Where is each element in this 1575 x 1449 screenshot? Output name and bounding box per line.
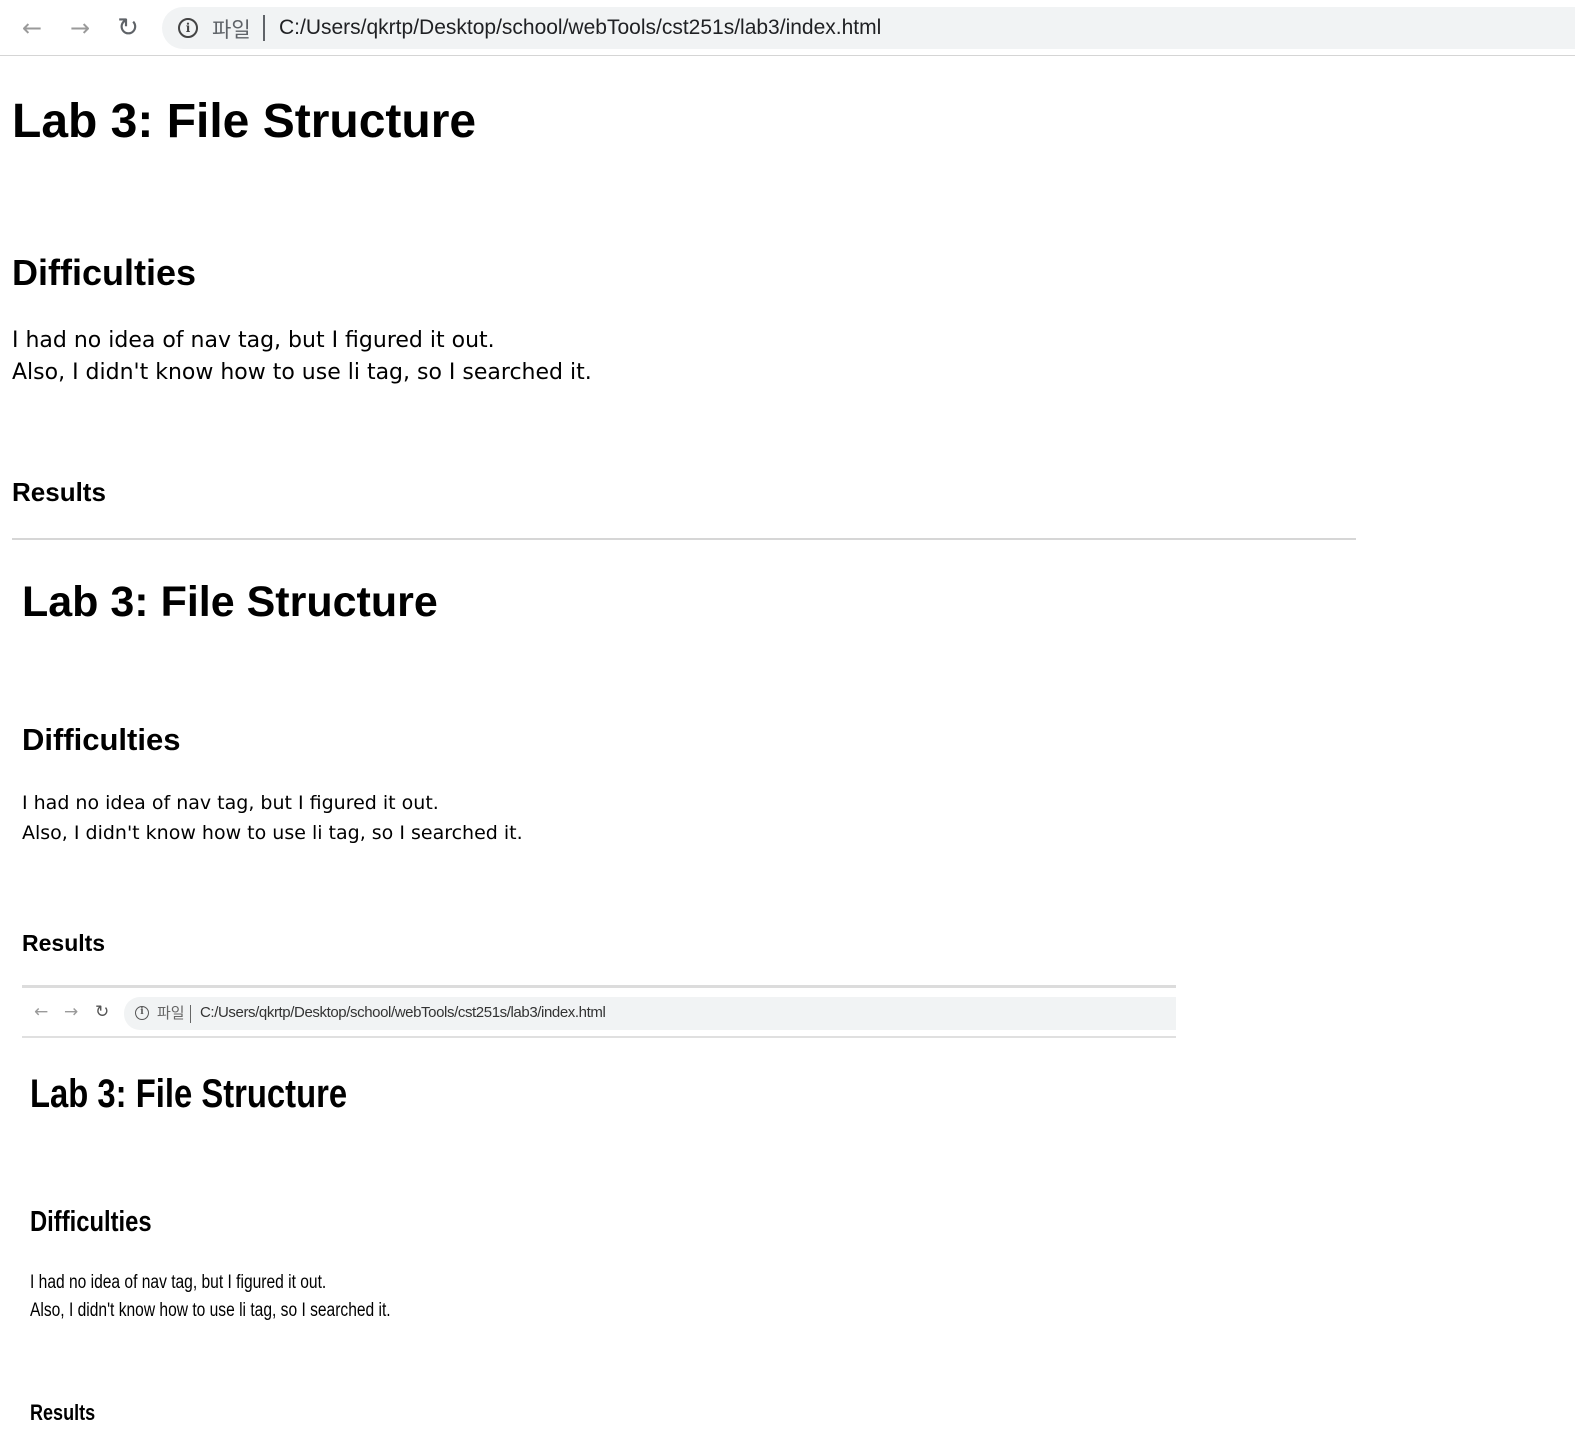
screenshot-url-text: C:/Users/qkrtp/Desktop/school/webTools/c…	[200, 1004, 606, 1021]
results-heading: Results	[12, 477, 106, 507]
info-icon[interactable]: i	[178, 18, 198, 38]
screenshot-line-1: I had no idea of nav tag, but I figured …	[22, 792, 439, 814]
difficulties-line-1: I had no idea of nav tag, but I figured …	[12, 328, 495, 353]
screenshot-forward-arrow-icon: →	[64, 1002, 79, 1022]
screenshot-title: Lab 3: File Structure	[22, 578, 438, 626]
screenshot-results-heading: Results	[22, 930, 106, 956]
address-separator	[263, 15, 265, 41]
back-arrow-icon[interactable]: ←	[16, 12, 48, 44]
browser-toolbar: ← → ↻ i 파일 C:/Users/qkrtp/Desktop/school…	[0, 0, 1575, 56]
inner-title: Lab 3: File Structure	[30, 1072, 348, 1116]
inner-difficulties-heading: Difficulties	[30, 1206, 152, 1238]
inner-line-2: Also, I didn't know how to use li tag, s…	[30, 1300, 391, 1321]
difficulties-line-2: Also, I didn't know how to use li tag, s…	[12, 360, 592, 385]
inner-line-1: I had no idea of nav tag, but I figured …	[30, 1272, 327, 1293]
divider	[12, 538, 1356, 540]
url-text[interactable]: C:/Users/qkrtp/Desktop/school/webTools/c…	[279, 16, 881, 40]
scheme-label: 파일	[212, 18, 251, 42]
reload-icon[interactable]: ↻	[112, 12, 144, 44]
screenshot-back-arrow-icon: ←	[34, 1002, 49, 1022]
screenshot-reload-icon: ↻	[95, 1002, 110, 1022]
difficulties-heading: Difficulties	[12, 252, 197, 293]
screenshot-scheme-label: 파일	[157, 1004, 185, 1022]
screenshot-info-icon: i	[135, 1006, 149, 1020]
screenshot-difficulties-heading: Difficulties	[22, 722, 181, 757]
forward-arrow-icon[interactable]: →	[64, 12, 96, 44]
screenshot-address-separator	[190, 1005, 191, 1023]
page-title: Lab 3: File Structure	[12, 95, 477, 148]
screenshot-line-2: Also, I didn't know how to use li tag, s…	[22, 822, 523, 844]
inner-results-heading: Results	[30, 1400, 96, 1425]
